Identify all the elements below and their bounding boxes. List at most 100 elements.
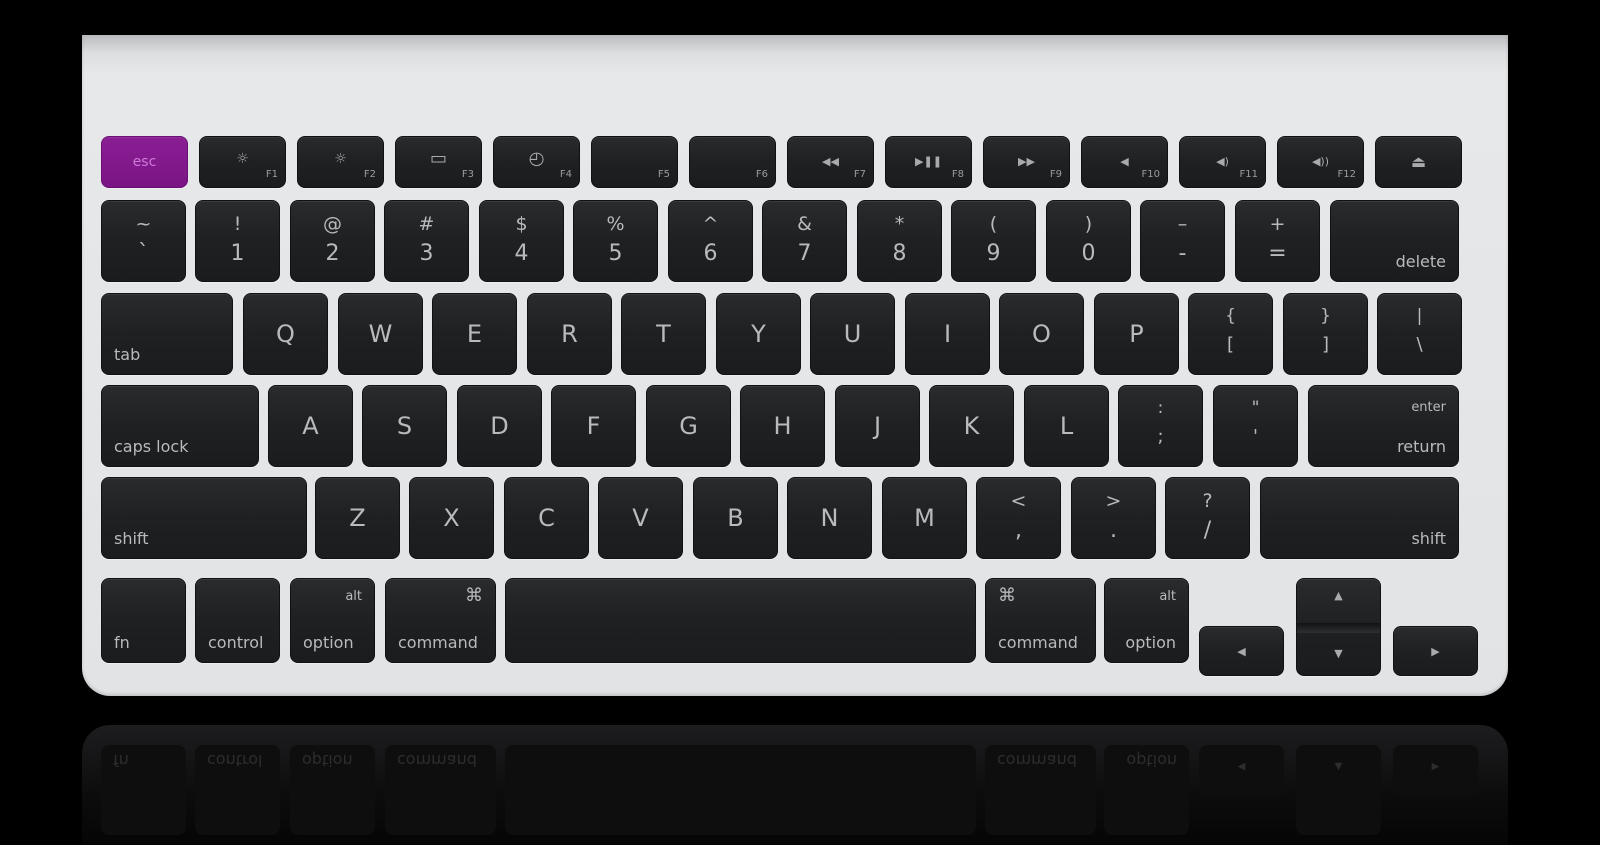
key-delete[interactable]: delete (1330, 200, 1459, 282)
key-letter: P (1129, 320, 1144, 348)
key-u[interactable]: U (810, 293, 895, 375)
key-arrow-right[interactable]: ▶ (1393, 626, 1478, 676)
key-command-left[interactable]: ⌘ command (385, 578, 496, 663)
key-caps-lock[interactable]: caps lock (101, 385, 259, 467)
key-b[interactable]: B (693, 477, 778, 559)
key-option-left[interactable]: alt option (290, 578, 375, 663)
key-right-bracket[interactable]: }] (1283, 293, 1368, 375)
brightness-down-icon: ☼ (236, 151, 249, 167)
key-f4[interactable]: ◴ F4 (493, 136, 580, 188)
key-m[interactable]: M (882, 477, 967, 559)
key-7[interactable]: & 7 (762, 200, 847, 282)
key-r[interactable]: R (527, 293, 612, 375)
key-fn[interactable]: fn (101, 578, 186, 663)
reflection-key-label: option (1126, 751, 1177, 770)
key-f2[interactable]: ☼ F2 (297, 136, 384, 188)
reflection-key-arrow-left: ◀ (1199, 745, 1284, 795)
key-backtick[interactable]: ~ ` (101, 200, 186, 282)
key-f7[interactable]: ◀◀ F7 (787, 136, 874, 188)
key-g[interactable]: G (646, 385, 731, 467)
key-minus[interactable]: – - (1140, 200, 1225, 282)
key-primary-symbol: 4 (514, 241, 529, 266)
key-f8[interactable]: ▶❚❚ F8 (885, 136, 972, 188)
key-semicolon[interactable]: :; (1118, 385, 1203, 467)
key-4[interactable]: $4 (479, 200, 564, 282)
key-shift-right[interactable]: shift (1260, 477, 1459, 559)
key-2[interactable]: @2 (290, 200, 375, 282)
key-e[interactable]: E (432, 293, 517, 375)
key-label: option (303, 633, 354, 652)
key-return[interactable]: enter return (1308, 385, 1459, 467)
key-1[interactable]: ! 1 (195, 200, 280, 282)
key-arrow-left[interactable]: ◀ (1199, 626, 1284, 676)
key-left-bracket[interactable]: {[ (1188, 293, 1273, 375)
key-comma[interactable]: <, (976, 477, 1061, 559)
key-option-right[interactable]: alt option (1104, 578, 1189, 663)
volume-up-icon: ◀)) (1311, 155, 1330, 168)
key-p[interactable]: P (1094, 293, 1179, 375)
key-5[interactable]: % 5 (573, 200, 658, 282)
key-6[interactable]: ^ 6 (668, 200, 753, 282)
key-primary-symbol: ' (1253, 426, 1258, 447)
key-shift-left[interactable]: shift (101, 477, 307, 559)
key-f1[interactable]: ☼ F1 (199, 136, 286, 188)
key-x[interactable]: X (409, 477, 494, 559)
key-w[interactable]: W (338, 293, 423, 375)
key-letter: G (679, 412, 698, 440)
key-f11[interactable]: ◀) F11 (1179, 136, 1266, 188)
key-s[interactable]: S (362, 385, 447, 467)
key-label: command (398, 633, 478, 652)
key-0[interactable]: ) 0 (1046, 200, 1131, 282)
key-o[interactable]: O (999, 293, 1084, 375)
key-k[interactable]: K (929, 385, 1014, 467)
reflection-key-control: control (195, 745, 280, 835)
key-primary-symbol: / (1203, 518, 1212, 543)
key-f[interactable]: F (551, 385, 636, 467)
key-z[interactable]: Z (315, 477, 400, 559)
key-3[interactable]: #3 (384, 200, 469, 282)
key-primary-symbol: . (1110, 518, 1117, 543)
command-icon: ⌘ (465, 585, 483, 606)
key-primary-symbol: - (1178, 241, 1187, 266)
key-f5[interactable]: F5 (591, 136, 678, 188)
key-label: command (998, 633, 1078, 652)
key-quote[interactable]: " ' (1213, 385, 1298, 467)
key-i[interactable]: I (905, 293, 990, 375)
key-q[interactable]: Q (243, 293, 328, 375)
key-d[interactable]: D (457, 385, 542, 467)
key-f6[interactable]: F6 (689, 136, 776, 188)
key-f9[interactable]: ▶▶ F9 (983, 136, 1070, 188)
key-f12[interactable]: ◀)) F12 (1277, 136, 1364, 188)
key-8[interactable]: * 8 (857, 200, 942, 282)
key-l[interactable]: L (1024, 385, 1109, 467)
key-j[interactable]: J (835, 385, 920, 467)
key-slash[interactable]: ? / (1165, 477, 1250, 559)
volume-down-icon: ◀) (1216, 155, 1229, 168)
key-shift-symbol: { (1225, 306, 1236, 326)
key-backslash[interactable]: | \ (1377, 293, 1462, 375)
key-arrow-up-down[interactable]: ▲ ▼ (1296, 578, 1381, 676)
key-letter: Q (276, 320, 295, 348)
key-shift-symbol: # (418, 213, 435, 235)
key-period[interactable]: >. (1071, 477, 1156, 559)
key-control[interactable]: control (195, 578, 280, 663)
key-9[interactable]: (9 (951, 200, 1036, 282)
key-esc[interactable]: esc (101, 136, 188, 188)
key-a[interactable]: A (268, 385, 353, 467)
key-f3[interactable]: ▭ F3 (395, 136, 482, 188)
key-equals[interactable]: + = (1235, 200, 1320, 282)
key-space[interactable] (505, 578, 976, 663)
fn-number-label: F1 (265, 169, 278, 180)
key-f10[interactable]: ◀ F10 (1081, 136, 1168, 188)
key-v[interactable]: V (598, 477, 683, 559)
key-y[interactable]: Y (716, 293, 801, 375)
key-n[interactable]: N (787, 477, 872, 559)
key-command-right[interactable]: ⌘ command (985, 578, 1096, 663)
reflection-key-arrow-up: ▲ (1296, 745, 1381, 835)
key-t[interactable]: T (621, 293, 706, 375)
reflection-key-command-right: command (985, 745, 1096, 835)
key-c[interactable]: C (504, 477, 589, 559)
key-h[interactable]: H (740, 385, 825, 467)
key-eject[interactable]: ⏏ (1375, 136, 1462, 188)
key-tab[interactable]: tab (101, 293, 233, 375)
